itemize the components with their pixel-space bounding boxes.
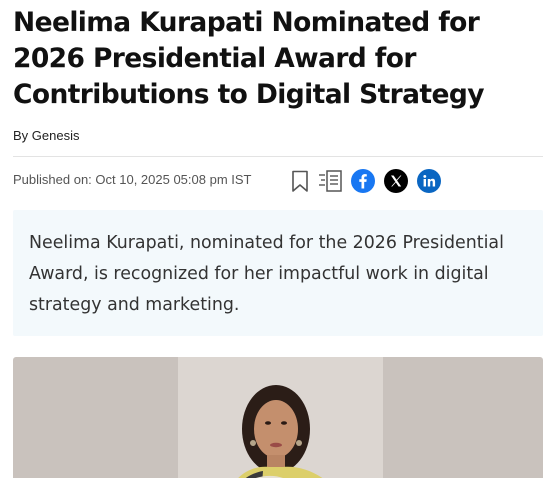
byline: By Genesis (13, 128, 80, 143)
summary-text: Neelima Kurapati, nominated for the 2026… (29, 233, 504, 315)
byline-prefix: By (13, 128, 29, 143)
divider (13, 156, 543, 157)
article-page: Neelima Kurapati Nominated for 2026 Pres… (0, 0, 555, 478)
facebook-icon[interactable] (351, 169, 375, 193)
bookmark-icon[interactable] (288, 169, 312, 193)
notes-icon[interactable] (318, 169, 344, 193)
author-link[interactable]: Genesis (32, 128, 80, 143)
meta-row: Published on: Oct 10, 2025 05:08 pm IST (13, 166, 543, 196)
portrait-illustration (238, 385, 323, 478)
hero-image (13, 357, 543, 478)
published-date: Published on: Oct 10, 2025 05:08 pm IST (13, 172, 252, 187)
article-summary: Neelima Kurapati, nominated for the 2026… (13, 210, 543, 336)
article-headline: Neelima Kurapati Nominated for 2026 Pres… (13, 7, 484, 110)
linkedin-icon[interactable] (417, 169, 441, 193)
x-icon[interactable] (384, 169, 408, 193)
